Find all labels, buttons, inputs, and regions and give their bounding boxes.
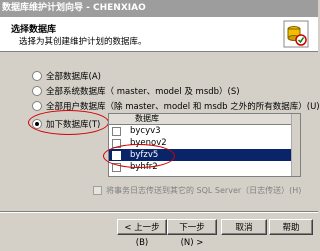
database-column-header[interactable]: 数据库 <box>109 114 300 125</box>
option-all-databases-label: 全部数据库(A) <box>46 72 101 82</box>
wizard-database-icon <box>283 20 309 48</box>
radio-system-databases[interactable] <box>32 86 42 96</box>
log-shipping-label: 将事务日志传送到其它的 SQL Server（日志传送）(H) <box>106 186 302 195</box>
radio-user-databases[interactable] <box>32 101 42 111</box>
wizard-header: 选择数据库 选择为其创建维护计划的数据库。 <box>0 17 318 52</box>
title-bar: 数据库维护计划向导 - CHENXIAO <box>0 0 318 17</box>
checkbox[interactable] <box>112 127 121 136</box>
radio-all-databases[interactable] <box>32 71 42 81</box>
option-system-databases[interactable]: 全部系统数据库（ master、model 及 msdb）(S) <box>32 85 240 97</box>
page-subtitle: 选择为其创建维护计划的数据库。 <box>19 37 147 47</box>
help-button[interactable]: 帮助 <box>269 219 313 235</box>
back-button[interactable]: < 上一步(B) <box>117 219 167 248</box>
option-system-databases-label: 全部系统数据库（ master、model 及 msdb）(S) <box>46 87 240 97</box>
footer-divider <box>0 211 318 213</box>
list-item[interactable]: bycyv3 <box>109 125 300 137</box>
cancel-button[interactable]: 取消 <box>221 219 267 235</box>
option-user-databases-label: 全部用户数据库（除 master、model 和 msdb 之外的所有数据库）(… <box>46 102 320 112</box>
annotation-circle-db <box>103 144 175 168</box>
window-title: 数据库维护计划向导 - CHENXIAO <box>2 3 146 13</box>
next-button[interactable]: 下一步(N) > <box>167 219 217 248</box>
option-all-databases[interactable]: 全部数据库(A) <box>32 70 101 82</box>
annotation-circle-option <box>28 110 109 135</box>
log-shipping-checkbox <box>93 186 102 195</box>
list-scrollbar[interactable] <box>291 114 300 176</box>
page-title: 选择数据库 <box>11 25 57 35</box>
log-shipping-option: 将事务日志传送到其它的 SQL Server（日志传送）(H) <box>93 185 301 196</box>
